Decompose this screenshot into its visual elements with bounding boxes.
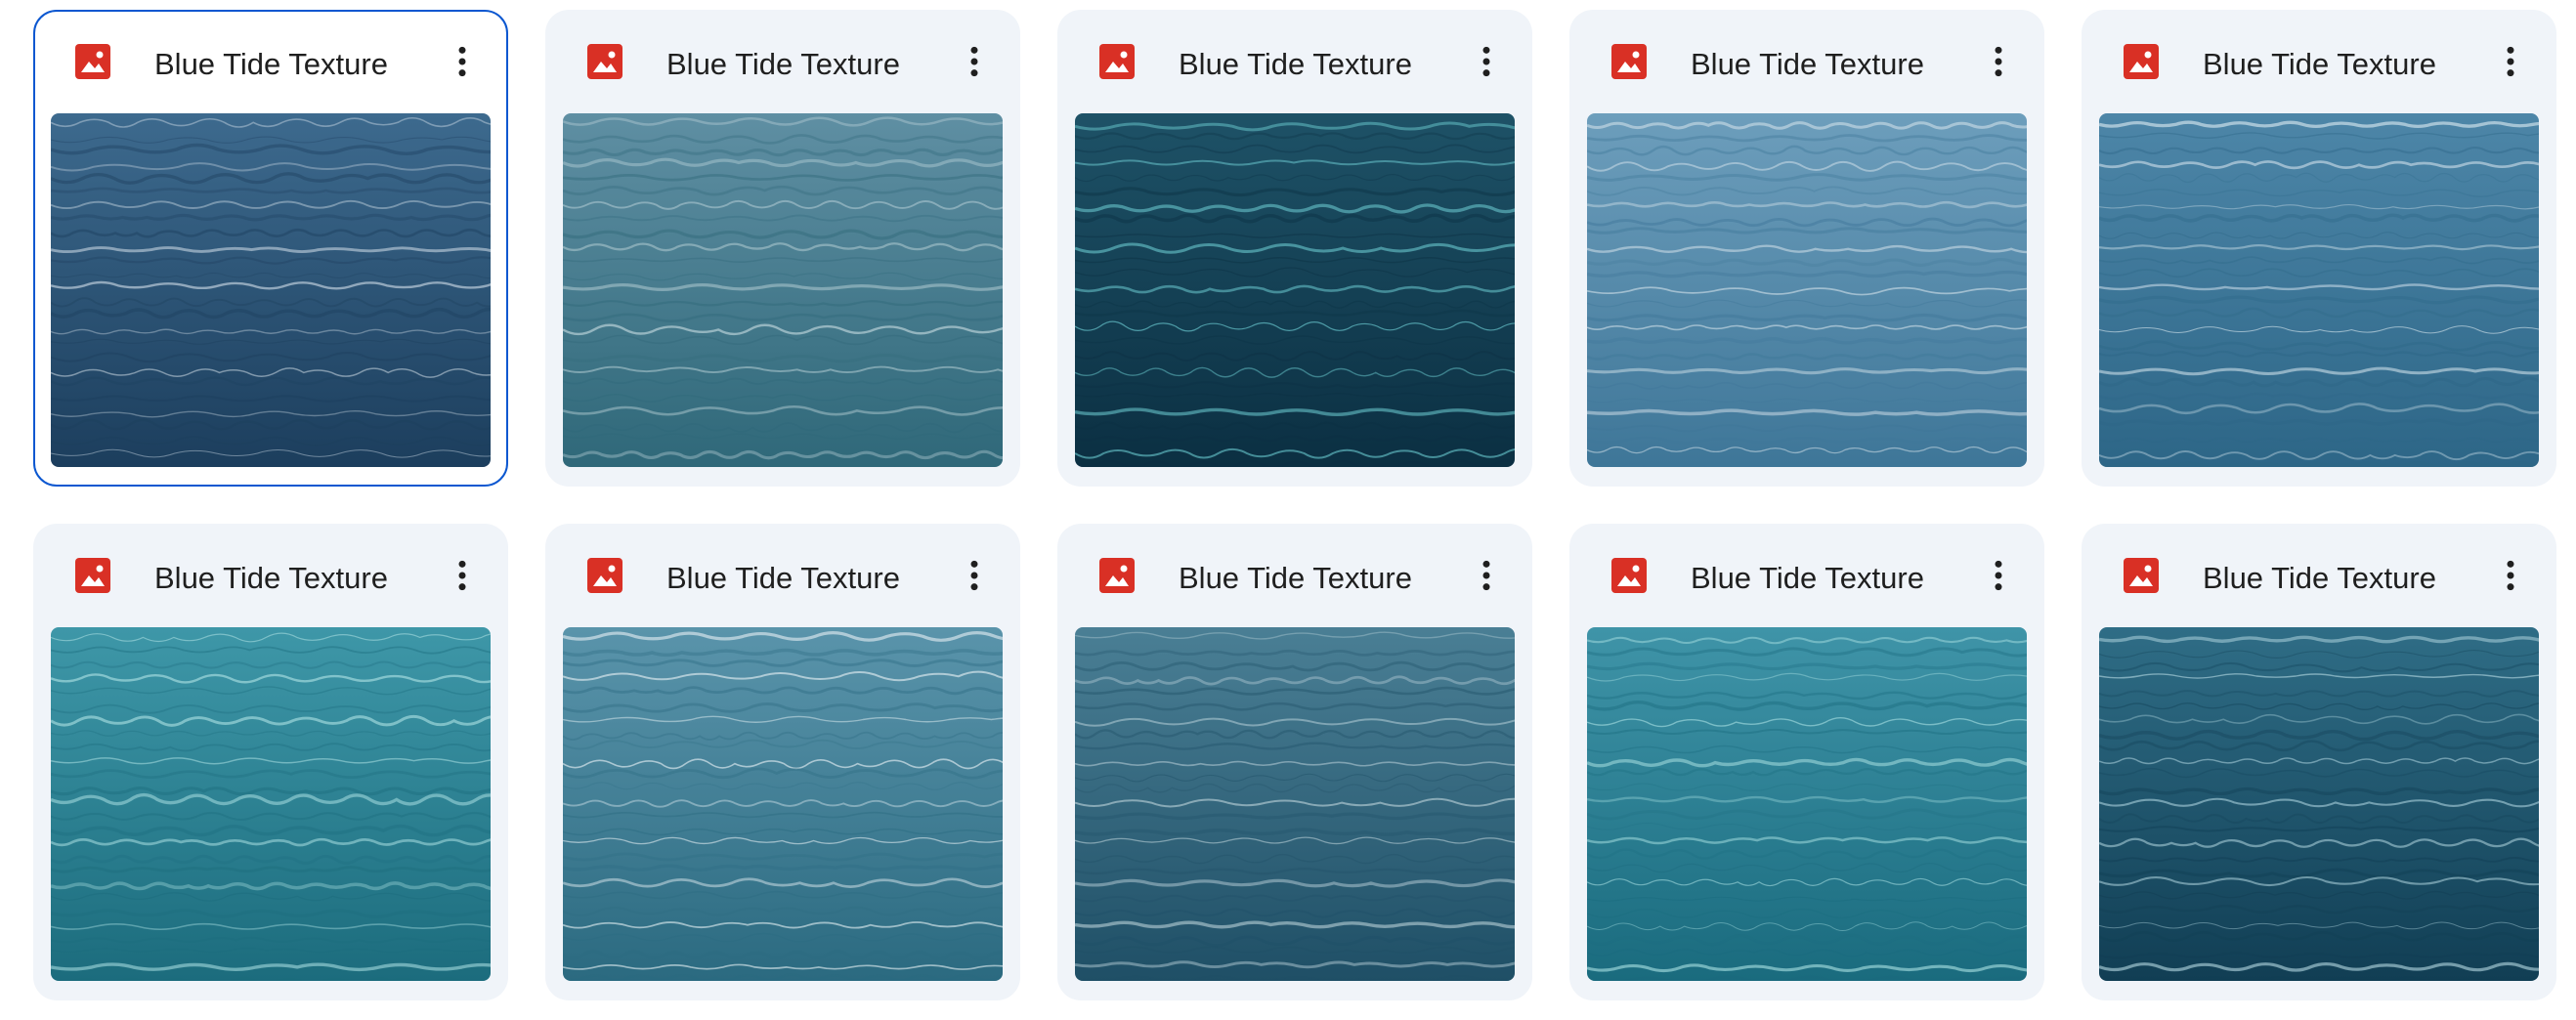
file-grid: Blue Tide Texture Blue Tide Texture Blue… [33, 10, 2556, 1000]
water-texture-image [563, 627, 1003, 981]
file-card-header: Blue Tide Texture [1057, 524, 1532, 627]
more-actions-button[interactable] [1974, 37, 2023, 86]
more-actions-button[interactable] [1462, 551, 1511, 600]
image-file-icon [1098, 557, 1136, 594]
file-thumbnail[interactable] [563, 113, 1003, 467]
water-texture-image [1075, 113, 1515, 467]
more-vert-icon [1995, 46, 2002, 77]
file-card-10[interactable]: Blue Tide Texture [2082, 524, 2556, 1000]
image-file-icon [74, 557, 111, 594]
more-actions-button[interactable] [438, 37, 487, 86]
file-card-header: Blue Tide Texture [545, 524, 1020, 627]
water-texture-image [1587, 627, 2027, 981]
image-file-icon [1098, 43, 1136, 80]
file-name: Blue Tide Texture [1691, 47, 1924, 81]
file-card-4[interactable]: Blue Tide Texture [1569, 10, 2044, 487]
more-vert-icon [458, 46, 466, 77]
file-name: Blue Tide Texture [666, 561, 900, 595]
file-name: Blue Tide Texture [1179, 561, 1412, 595]
file-card-header: Blue Tide Texture [33, 524, 508, 627]
file-thumbnail[interactable] [2099, 627, 2539, 981]
file-card-header: Blue Tide Texture [1569, 524, 2044, 627]
file-card-2[interactable]: Blue Tide Texture [545, 10, 1020, 487]
file-card-8[interactable]: Blue Tide Texture [1057, 524, 1532, 1000]
more-actions-button[interactable] [1462, 37, 1511, 86]
water-texture-image [1587, 113, 2027, 467]
more-vert-icon [970, 46, 978, 77]
file-card-9[interactable]: Blue Tide Texture [1569, 524, 2044, 1000]
water-texture-image [51, 627, 491, 981]
file-name: Blue Tide Texture [1691, 561, 1924, 595]
file-card-6[interactable]: Blue Tide Texture [33, 524, 508, 1000]
file-thumbnail[interactable] [2099, 113, 2539, 467]
water-texture-image [1075, 627, 1515, 981]
image-file-icon [2123, 43, 2160, 80]
more-vert-icon [970, 560, 978, 591]
water-texture-image [563, 113, 1003, 467]
file-card-header: Blue Tide Texture [1569, 10, 2044, 113]
more-vert-icon [2507, 46, 2514, 77]
file-card-header: Blue Tide Texture [1057, 10, 1532, 113]
file-card-5[interactable]: Blue Tide Texture [2082, 10, 2556, 487]
more-vert-icon [2507, 560, 2514, 591]
file-thumbnail[interactable] [1075, 627, 1515, 981]
file-thumbnail[interactable] [51, 113, 491, 467]
more-vert-icon [1482, 46, 1490, 77]
file-card-header: Blue Tide Texture [545, 10, 1020, 113]
file-name: Blue Tide Texture [154, 47, 388, 81]
file-name: Blue Tide Texture [154, 561, 388, 595]
file-thumbnail[interactable] [1587, 113, 2027, 467]
image-file-icon [1610, 43, 1648, 80]
file-card-3[interactable]: Blue Tide Texture [1057, 10, 1532, 487]
file-name: Blue Tide Texture [1179, 47, 1412, 81]
file-name: Blue Tide Texture [2203, 561, 2436, 595]
file-thumbnail[interactable] [1587, 627, 2027, 981]
water-texture-image [51, 113, 491, 467]
file-card-header: Blue Tide Texture [2082, 524, 2556, 627]
file-thumbnail[interactable] [563, 627, 1003, 981]
image-file-icon [586, 557, 623, 594]
image-file-icon [2123, 557, 2160, 594]
file-card-header: Blue Tide Texture [2082, 10, 2556, 113]
water-texture-image [2099, 627, 2539, 981]
more-actions-button[interactable] [950, 551, 999, 600]
file-thumbnail[interactable] [51, 627, 491, 981]
more-actions-button[interactable] [2486, 37, 2535, 86]
more-actions-button[interactable] [438, 551, 487, 600]
image-file-icon [1610, 557, 1648, 594]
water-texture-image [2099, 113, 2539, 467]
more-actions-button[interactable] [1974, 551, 2023, 600]
file-name: Blue Tide Texture [2203, 47, 2436, 81]
more-vert-icon [1995, 560, 2002, 591]
more-actions-button[interactable] [950, 37, 999, 86]
image-file-icon [586, 43, 623, 80]
more-vert-icon [458, 560, 466, 591]
file-thumbnail[interactable] [1075, 113, 1515, 467]
more-vert-icon [1482, 560, 1490, 591]
image-file-icon [74, 43, 111, 80]
file-name: Blue Tide Texture [666, 47, 900, 81]
file-card-7[interactable]: Blue Tide Texture [545, 524, 1020, 1000]
more-actions-button[interactable] [2486, 551, 2535, 600]
file-card-header: Blue Tide Texture [35, 12, 506, 115]
file-card-1[interactable]: Blue Tide Texture [33, 10, 508, 487]
